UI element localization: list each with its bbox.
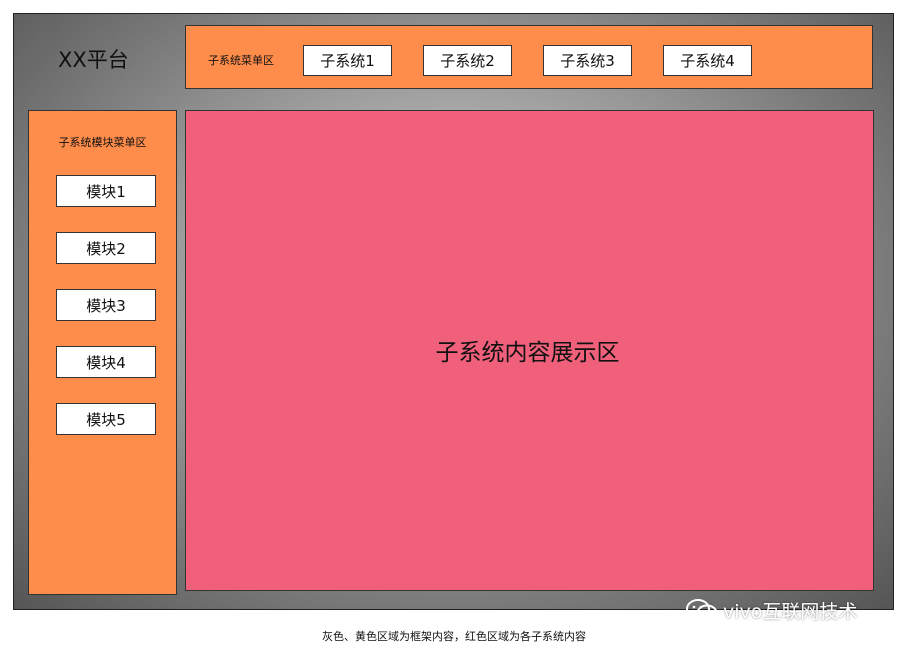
content-area-label: 子系统内容展示区 [435,339,620,366]
module-menu-label: 子系统模块菜单区 [58,136,147,149]
module-1-button[interactable]: 模块1 [56,175,156,207]
figure-caption: 灰色、黄色区域为框架内容，红色区域为各子系统内容 [322,630,586,643]
subsystem-3-button[interactable]: 子系统3 [543,45,632,76]
watermark-text: vivo互联网技术 [723,601,858,623]
module-3-button[interactable]: 模块3 [56,289,156,321]
subsystem-2-button[interactable]: 子系统2 [423,45,512,76]
subsystem-menu-bar: 子系统菜单区 子系统1 子系统2 子系统3 子系统4 [185,25,873,89]
subsystem-content-area: 子系统内容展示区 [185,110,874,591]
watermark: vivo互联网技术 [685,597,857,624]
subsystem-menu-label: 子系统菜单区 [208,54,274,67]
subsystem-4-button[interactable]: 子系统4 [663,45,752,76]
subsystem-1-button[interactable]: 子系统1 [303,45,392,76]
platform-title: XX平台 [58,48,129,72]
wechat-icon [686,598,718,621]
module-2-button[interactable]: 模块2 [56,232,156,264]
module-5-button[interactable]: 模块5 [56,403,156,435]
module-4-button[interactable]: 模块4 [56,346,156,378]
module-menu-sidebar: 子系统模块菜单区 模块1 模块2 模块3 模块4 模块5 [28,110,177,595]
